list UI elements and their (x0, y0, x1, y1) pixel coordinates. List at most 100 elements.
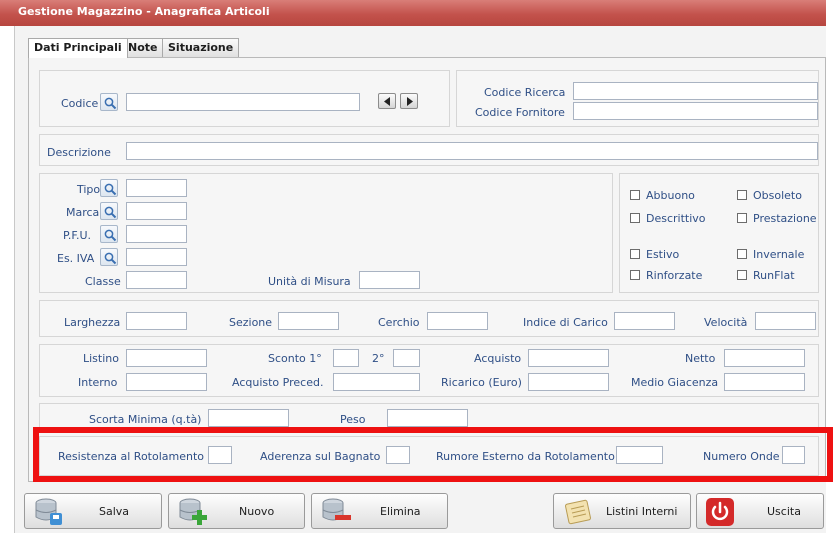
sezione-input[interactable] (278, 312, 339, 330)
es-iva-input[interactable] (126, 248, 187, 266)
unita-misura-label: Unità di Misura (268, 275, 351, 288)
database-delete-icon (322, 498, 351, 521)
next-record-button[interactable] (400, 93, 418, 109)
price-list-icon (565, 499, 591, 525)
abbuono-checkbox[interactable] (630, 190, 640, 200)
codice-ricerca-input[interactable] (573, 82, 818, 100)
pfu-input[interactable] (126, 225, 187, 243)
tab-note[interactable]: Note (122, 38, 164, 57)
runflat-checkbox[interactable] (737, 270, 747, 280)
indice-carico-label: Indice di Carico (523, 316, 608, 329)
velocita-label: Velocità (704, 316, 748, 329)
prestazione-label: Prestazione (753, 212, 817, 225)
listino-input[interactable] (126, 349, 207, 367)
title-bar: Gestione Magazzino - Anagrafica Articoli (0, 0, 826, 26)
sconto2-label: 2° (372, 352, 385, 365)
peso-label: Peso (340, 413, 366, 426)
tipo-input[interactable] (126, 179, 187, 197)
sconto2-input[interactable] (393, 349, 420, 367)
pfu-label: P.F.U. (63, 229, 92, 242)
uscita-button[interactable]: Uscita (696, 493, 824, 529)
highlight-box (33, 427, 833, 482)
velocita-input[interactable] (755, 312, 816, 330)
descrizione-label: Descrizione (47, 146, 111, 159)
medio-giacenza-input[interactable] (724, 373, 805, 391)
unita-misura-input[interactable] (359, 271, 420, 289)
marca-lookup-button[interactable] (100, 202, 118, 220)
sconto1-input[interactable] (333, 349, 359, 367)
ricarico-input[interactable] (528, 373, 609, 391)
larghezza-input[interactable] (126, 312, 187, 330)
arrow-right-icon (407, 97, 413, 106)
descrittivo-checkbox[interactable] (630, 213, 640, 223)
magnifier-icon (104, 229, 117, 242)
magnifier-icon (104, 252, 117, 265)
prev-record-button[interactable] (378, 93, 396, 109)
larghezza-label: Larghezza (64, 316, 121, 329)
classe-input[interactable] (126, 271, 187, 289)
database-save-icon (35, 498, 62, 525)
abbuono-label: Abbuono (646, 189, 695, 202)
prestazione-checkbox[interactable] (737, 213, 747, 223)
es-iva-lookup-button[interactable] (100, 248, 118, 266)
peso-input[interactable] (387, 409, 468, 427)
sezione-label: Sezione (229, 316, 273, 329)
estivo-checkbox[interactable] (630, 249, 640, 259)
acquisto-preced-label: Acquisto Preced. (232, 376, 324, 389)
codice-lookup-button[interactable] (100, 93, 118, 111)
ricarico-label: Ricarico (Euro) (441, 376, 522, 389)
scorta-minima-label: Scorta Minima (q.tà) (89, 413, 202, 426)
classe-label: Classe (85, 275, 121, 288)
tab-dati-principali[interactable]: Dati Principali (28, 38, 128, 58)
netto-input[interactable] (724, 349, 805, 367)
sconto1-label: Sconto 1° (268, 352, 322, 365)
rinforzate-label: Rinforzate (646, 269, 703, 282)
rinforzate-checkbox[interactable] (630, 270, 640, 280)
runflat-label: RunFlat (753, 269, 795, 282)
listini-interni-button[interactable]: Listini Interni (553, 493, 691, 529)
indice-carico-input[interactable] (614, 312, 675, 330)
pfu-lookup-button[interactable] (100, 225, 118, 243)
salva-button[interactable]: Salva (24, 493, 162, 529)
es-iva-label: Es. IVA (57, 252, 95, 265)
invernale-checkbox[interactable] (737, 249, 747, 259)
elimina-label: Elimina (380, 505, 421, 518)
codice-input[interactable] (126, 93, 360, 111)
tab-situazione[interactable]: Situazione (162, 38, 240, 57)
power-icon (706, 498, 734, 526)
marca-label: Marca (66, 206, 100, 219)
elimina-button[interactable]: Elimina (311, 493, 448, 529)
invernale-label: Invernale (753, 248, 805, 261)
nuovo-label: Nuovo (239, 505, 275, 518)
scorta-minima-input[interactable] (208, 409, 289, 427)
listino-label: Listino (83, 352, 119, 365)
codice-label: Codice (61, 97, 99, 110)
interno-label: Interno (78, 376, 118, 389)
codice-fornitore-label: Codice Fornitore (475, 106, 565, 119)
arrow-left-icon (384, 97, 390, 106)
listini-interni-label: Listini Interni (606, 505, 678, 518)
window-title: Gestione Magazzino - Anagrafica Articoli (18, 5, 270, 18)
codice-ricerca-label: Codice Ricerca (484, 86, 566, 99)
magnifier-icon (104, 183, 117, 196)
codice-fornitore-input[interactable] (573, 102, 818, 120)
acquisto-label: Acquisto (474, 352, 522, 365)
magnifier-icon (104, 206, 117, 219)
acquisto-preced-input[interactable] (333, 373, 420, 391)
interno-input[interactable] (126, 373, 207, 391)
cerchio-input[interactable] (427, 312, 488, 330)
salva-label: Salva (99, 505, 130, 518)
medio-giacenza-label: Medio Giacenza (631, 376, 719, 389)
tipo-label: Tipo (77, 183, 101, 196)
tipo-lookup-button[interactable] (100, 179, 118, 197)
obsoleto-checkbox[interactable] (737, 190, 747, 200)
acquisto-input[interactable] (528, 349, 609, 367)
descrizione-input[interactable] (126, 142, 818, 160)
marca-input[interactable] (126, 202, 187, 220)
uscita-label: Uscita (767, 505, 801, 518)
descrittivo-label: Descrittivo (646, 212, 706, 225)
database-add-icon (179, 498, 207, 525)
netto-label: Netto (685, 352, 716, 365)
magnifier-icon (104, 97, 117, 110)
nuovo-button[interactable]: Nuovo (168, 493, 305, 529)
